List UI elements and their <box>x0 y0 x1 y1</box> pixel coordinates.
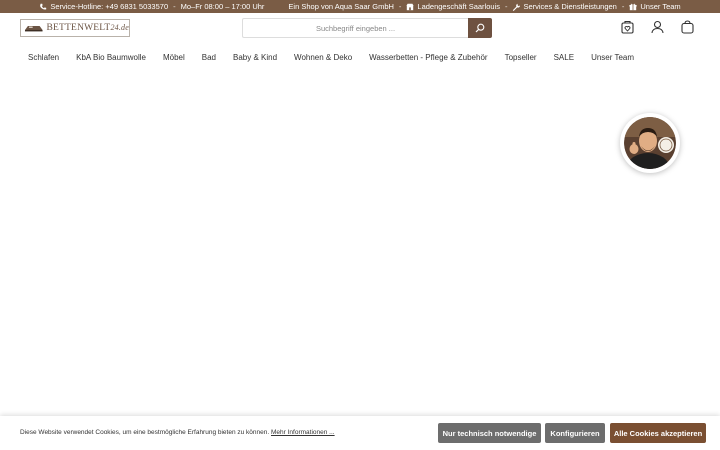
search-button[interactable] <box>468 18 492 38</box>
wrench-icon <box>513 3 521 11</box>
hotline-text: Service-Hotline: +49 6831 5033570 <box>50 2 169 11</box>
team-text: Unser Team <box>640 2 681 11</box>
nav-item-topseller[interactable]: Topseller <box>505 53 537 62</box>
cookie-necessary-only-button[interactable]: Nur technisch notwendige <box>438 423 541 443</box>
search-icon <box>475 23 485 33</box>
account-button[interactable] <box>650 19 664 35</box>
main-navigation: Schlafen KbA Bio Baumwolle Möbel Bad Bab… <box>28 53 651 62</box>
store-icon <box>406 3 415 10</box>
services-text: Services & Dienstleistungen <box>523 2 617 11</box>
logo-main-text: BETTENWELT <box>46 23 111 33</box>
shop-info-text: Ein Shop von Aqua Saar GmbH <box>288 2 394 11</box>
user-icon <box>650 20 664 34</box>
cookie-accept-all-button[interactable]: Alle Cookies akzeptieren <box>610 423 706 443</box>
phone-icon <box>40 3 47 10</box>
nav-item-unser-team[interactable]: Unser Team <box>591 53 634 62</box>
hours-text: Mo–Fr 08:00 – 17:00 Uhr <box>180 2 265 11</box>
nav-item-moebel[interactable]: Möbel <box>163 53 185 62</box>
bag-icon <box>680 20 694 34</box>
wishlist-button[interactable] <box>620 19 634 35</box>
cookie-message: Diese Website verwendet Cookies, um eine… <box>20 429 270 436</box>
team-link[interactable]: Unser Team <box>629 2 681 11</box>
services-link[interactable]: Services & Dienstleistungen <box>512 2 617 11</box>
team-icon <box>629 3 637 10</box>
advisor-avatar <box>624 117 676 169</box>
search-bar <box>242 18 492 38</box>
nav-item-schlafen[interactable]: Schlafen <box>28 53 59 62</box>
nav-item-wohnen-deko[interactable]: Wohnen & Deko <box>294 53 352 62</box>
bed-logo-icon <box>24 26 43 32</box>
cookie-configure-button[interactable]: Konfigurieren <box>545 423 605 443</box>
cookie-consent-bar: Diese Website verwendet Cookies, um eine… <box>0 416 720 450</box>
nav-item-kba-bio-baumwolle[interactable]: KbA Bio Baumwolle <box>76 53 146 62</box>
site-logo[interactable]: BETTENWELT24.de <box>20 19 130 37</box>
nav-item-wasserbetten[interactable]: Wasserbetten - Pflege & Zubehör <box>369 53 487 62</box>
wishlist-icon <box>620 20 634 34</box>
store-text: Ladengeschäft Saarlouis <box>417 2 500 11</box>
nav-item-sale[interactable]: SALE <box>554 53 574 62</box>
advisor-chat-button[interactable] <box>620 113 680 173</box>
header-actions <box>620 19 694 35</box>
store-link[interactable]: Ladengeschäft Saarlouis <box>406 2 500 11</box>
cookie-more-info-link[interactable]: Mehr Informationen ... <box>271 429 335 436</box>
logo-domain-text: 24.de <box>110 23 129 32</box>
top-info-bar: Service-Hotline: +49 6831 5033570 - Mo–F… <box>0 0 720 13</box>
nav-item-baby-kind[interactable]: Baby & Kind <box>233 53 277 62</box>
hotline-link[interactable]: Service-Hotline: +49 6831 5033570 <box>39 2 168 11</box>
site-header: BETTENWELT24.de <box>0 13 720 43</box>
nav-item-bad[interactable]: Bad <box>202 53 216 62</box>
cart-button[interactable] <box>680 19 694 35</box>
search-input[interactable] <box>242 18 468 38</box>
